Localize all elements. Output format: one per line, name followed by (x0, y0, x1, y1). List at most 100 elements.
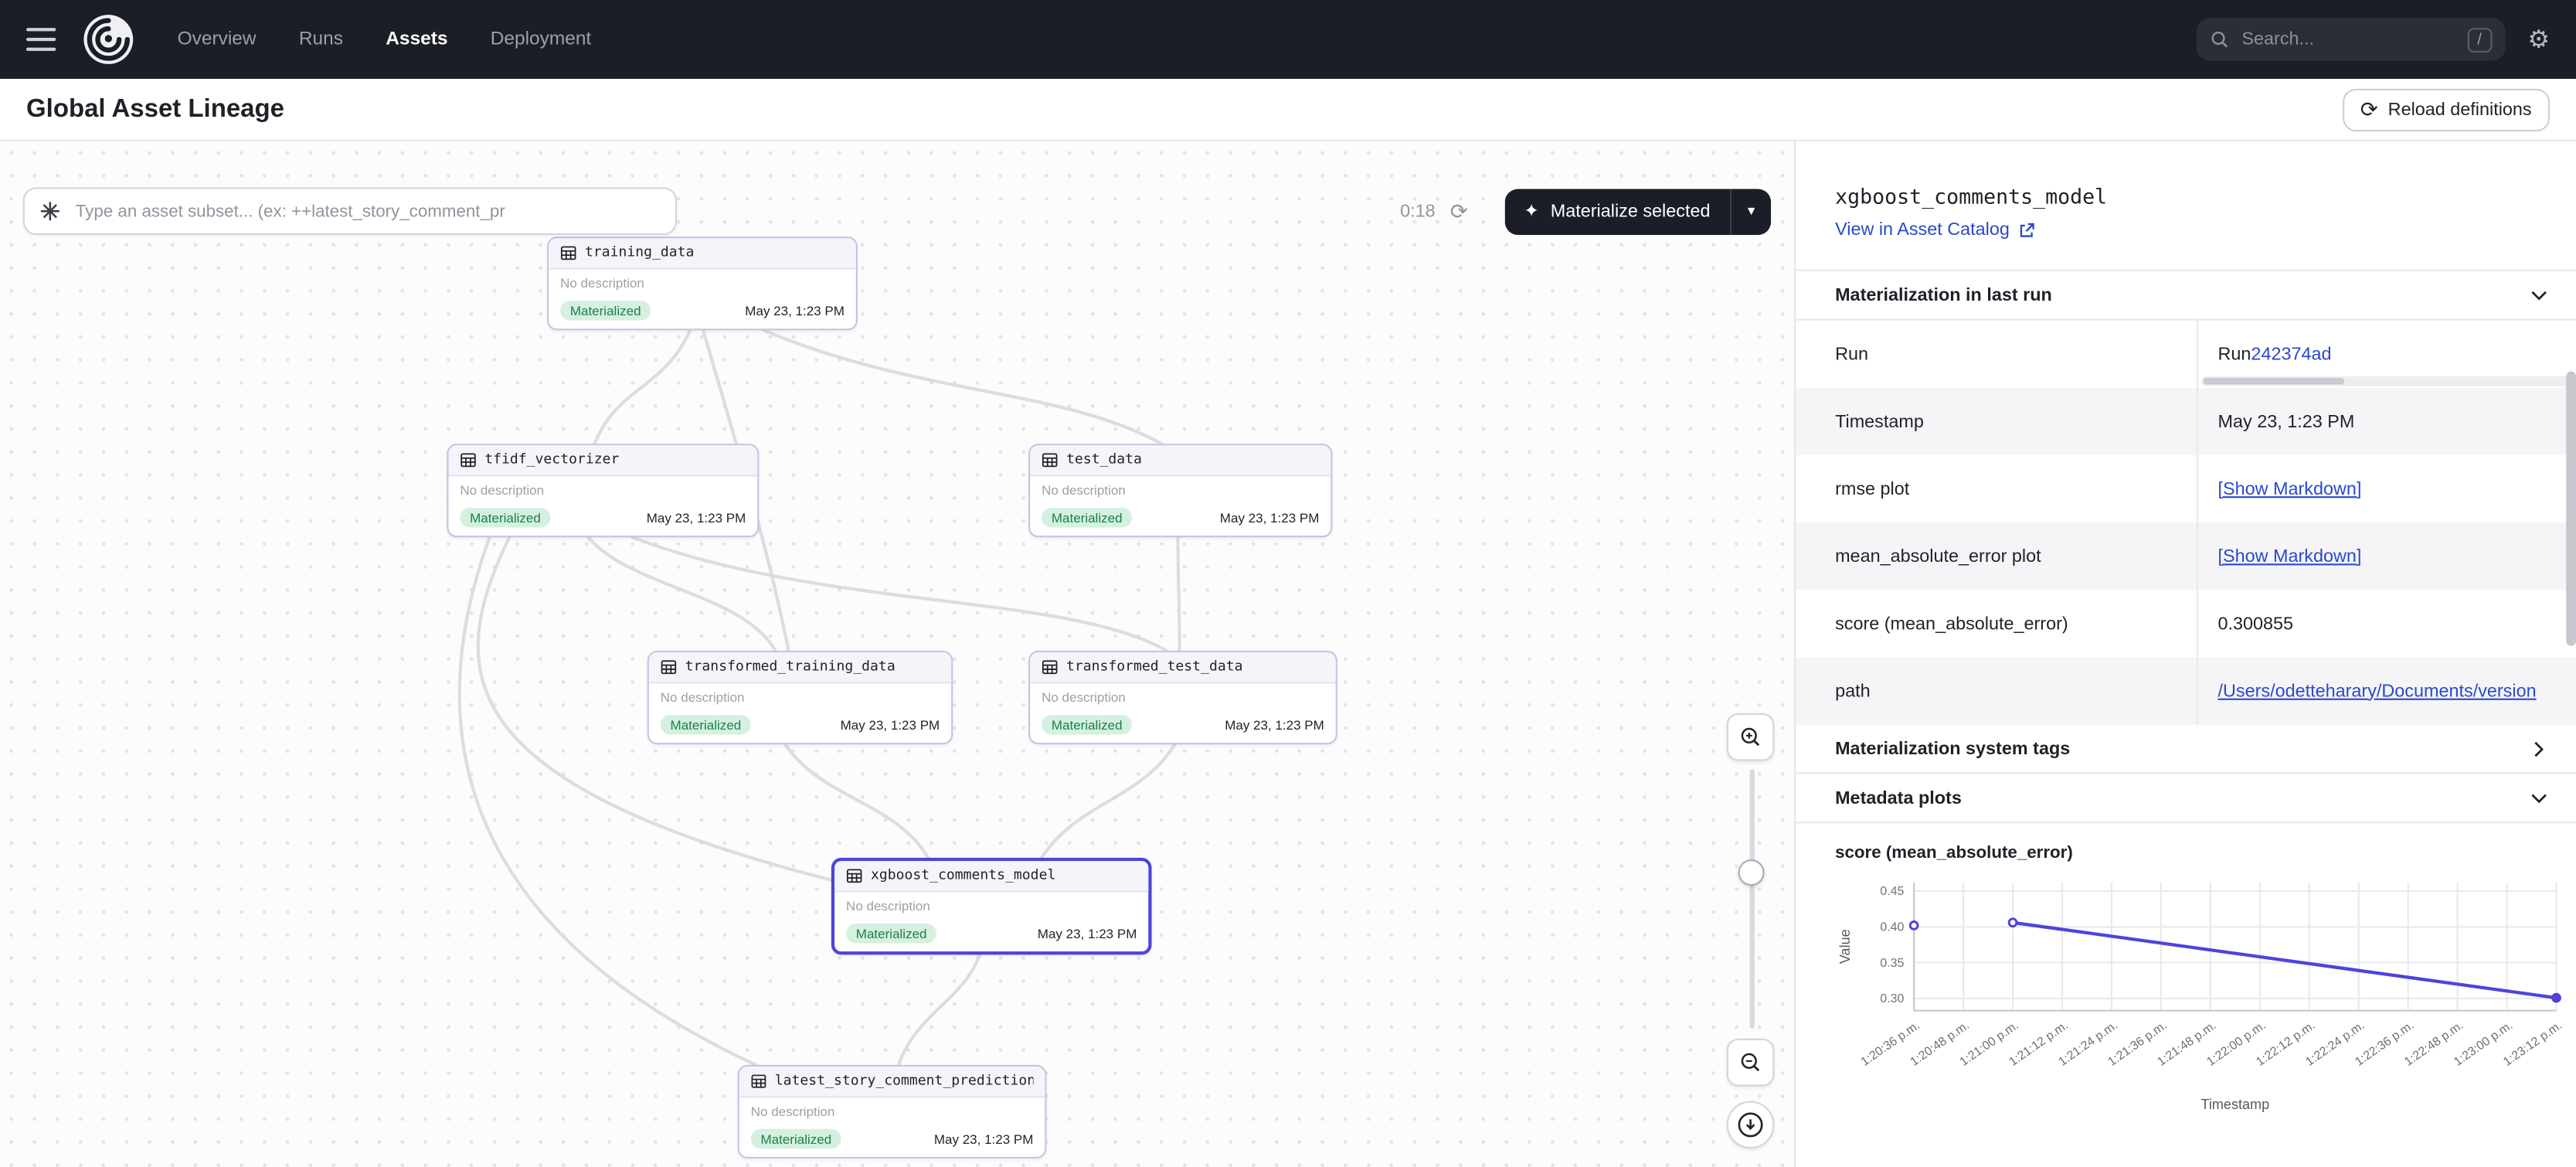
scrollbar-thumb[interactable] (2203, 378, 2344, 385)
metadata-row-path: path/Users/odetteharary/Documents/versio… (1796, 658, 2576, 725)
asset-node-name: latest_story_comment_predictions (775, 1073, 1034, 1089)
asset-node-latest_story_comment_predictions[interactable]: latest_story_comment_predictions No descr… (738, 1065, 1047, 1158)
status-badge: Materialized (460, 508, 550, 528)
chart-ylabel: Value (1837, 929, 1853, 964)
top-nav: Overview Runs Assets Deployment / ⚙ (0, 0, 2576, 79)
reload-definitions-button[interactable]: ⟳ Reload definitions (2342, 88, 2550, 131)
zoom-slider-handle[interactable] (1738, 859, 1764, 886)
materialize-dropdown-button[interactable]: ▾ (1730, 188, 1771, 234)
asset-node-footer: MaterializedMay 23, 1:23 PM (649, 710, 951, 743)
page-header: Global Asset Lineage ⟳ Reload definition… (0, 79, 2576, 141)
search-box[interactable]: / (2196, 18, 2505, 60)
settings-gear-icon[interactable]: ⚙ (2527, 27, 2550, 52)
asset-graph-canvas[interactable]: training_dataNo descriptionMaterializedM… (0, 141, 1794, 1167)
asset-node-training_data[interactable]: training_dataNo descriptionMaterializedM… (547, 236, 858, 330)
metadata-value-text: May 23, 1:23 PM (2218, 412, 2355, 432)
asset-node-name: tfidf_vectorizer (484, 452, 619, 468)
asset-node-name: transformed_training_data (685, 659, 895, 675)
metadata-row-label: mean_absolute_error plot (1796, 522, 2197, 590)
asset-node-description: No description (1030, 684, 1335, 710)
value-horizontal-scrollbar[interactable] (2201, 376, 2574, 386)
metadata-row-timestamp: TimestampMay 23, 1:23 PM (1796, 388, 2576, 455)
metadata-row-label: Run (1796, 321, 2197, 388)
asset-node-timestamp: May 23, 1:23 PM (1220, 510, 1320, 525)
asset-node-xgboost_comments_model[interactable]: xgboost_comments_modelNo descriptionMate… (831, 858, 1152, 954)
asset-node-header: latest_story_comment_predictions (739, 1067, 1045, 1097)
asset-filter-box[interactable] (23, 187, 677, 235)
asset-node-name: transformed_test_data (1066, 659, 1243, 675)
nav-item-assets[interactable]: Assets (386, 29, 447, 49)
asset-node-description: No description (834, 893, 1148, 919)
table-icon (460, 452, 476, 468)
asset-node-footer: MaterializedMay 23, 1:23 PM (1030, 503, 1330, 536)
section-materialization-in-last-run[interactable]: Materialization in last run (1796, 270, 2576, 321)
run-id-link[interactable]: 242374ad (2251, 344, 2331, 364)
metadata-row-value: [Show Markdown] (2197, 455, 2576, 522)
lineage-edge (1178, 537, 1180, 651)
reload-icon: ⟳ (2360, 99, 2378, 121)
zoom-slider-track[interactable] (1750, 769, 1755, 1029)
materialize-timer: 0:18 (1400, 201, 1436, 221)
metadata-value-link[interactable]: /Users/odetteharary/Documents/version (2218, 681, 2537, 701)
asset-filter-input[interactable] (73, 199, 661, 223)
lineage-edge (785, 744, 928, 858)
table-icon (1042, 452, 1058, 468)
chevron-down-icon (2530, 791, 2548, 805)
asset-node-timestamp: May 23, 1:23 PM (647, 510, 746, 525)
metadata-plot-title: score (mean_absolute_error) (1835, 843, 2576, 863)
asset-node-transformed_training_data[interactable]: transformed_training_dataNo descriptionM… (647, 651, 953, 744)
asset-node-transformed_test_data[interactable]: transformed_test_data No description Mater… (1028, 651, 1337, 744)
metadata-row-label: rmse plot (1796, 455, 2197, 522)
search-input[interactable] (2238, 28, 2458, 51)
asset-node-footer: MaterializedMay 23, 1:23 PM (549, 296, 856, 329)
metadata-value-link[interactable]: [Show Markdown] (2218, 546, 2362, 566)
recenter-download-button[interactable] (1727, 1101, 1775, 1149)
metadata-value-text: 0.300855 (2218, 614, 2294, 634)
asset-node-tfidf_vectorizer[interactable]: tfidf_vectorizerNo descriptionMaterializ… (447, 444, 759, 537)
dagster-logo-icon (82, 13, 134, 66)
panel-scrollbar-thumb[interactable] (2566, 372, 2576, 646)
asset-node-test_data[interactable]: test_dataNo descriptionMaterializedMay 2… (1028, 444, 1332, 537)
chart-xlabel: Timestamp (2201, 1097, 2270, 1112)
status-badge: Materialized (846, 924, 936, 944)
zoom-in-button[interactable] (1727, 713, 1775, 761)
asset-node-header: tfidf_vectorizer (448, 445, 757, 476)
chart-ytick-label: 0.45 (1880, 885, 1904, 898)
zoom-out-icon (1738, 1050, 1763, 1075)
lineage-edge (899, 951, 980, 1065)
view-in-asset-catalog-link[interactable]: View in Asset Catalog (1835, 220, 2036, 240)
asset-node-description: No description (739, 1097, 1045, 1124)
zoom-out-button[interactable] (1727, 1039, 1775, 1087)
materialize-selected-label: Materialize selected (1551, 201, 1711, 221)
primary-nav: Overview Runs Assets Deployment (178, 29, 592, 49)
metadata-row-run: RunRun 242374ad (1796, 321, 2576, 388)
asset-node-timestamp: May 23, 1:23 PM (745, 303, 845, 318)
menu-icon[interactable] (26, 28, 56, 51)
asset-node-description: No description (1030, 477, 1330, 503)
nav-item-overview[interactable]: Overview (178, 29, 257, 49)
nav-item-runs[interactable]: Runs (299, 29, 343, 49)
chart-ytick-label: 0.35 (1880, 957, 1904, 970)
dagster-logo[interactable] (82, 13, 134, 66)
table-icon (846, 868, 862, 884)
asset-node-header: xgboost_comments_model (834, 861, 1148, 892)
asset-node-header: transformed_training_data (649, 652, 951, 683)
chevron-down-icon (2530, 288, 2548, 301)
status-badge: Materialized (1042, 715, 1132, 735)
nav-item-deployment[interactable]: Deployment (491, 29, 592, 49)
materialize-selected-button[interactable]: ✦ Materialize selected (1504, 188, 1730, 234)
section-metadata-plots[interactable]: Metadata plots (1796, 774, 2576, 823)
metadata-row-value: Run 242374ad (2197, 321, 2576, 388)
chart-ytick-label: 0.30 (1880, 992, 1904, 1005)
metadata-value-link[interactable]: [Show Markdown] (2218, 479, 2362, 499)
lineage-edge (1042, 744, 1174, 858)
refresh-graph-icon[interactable]: ⟳ (1450, 200, 1468, 222)
asset-details-panel: xgboost_comments_model View in Asset Cat… (1794, 141, 2576, 1167)
metadata-table: RunRun 242374adTimestampMay 23, 1:23 PMr… (1796, 321, 2576, 725)
lineage-edge (764, 330, 1162, 444)
metadata-row-rmse-plot: rmse plot [Show Markdown] (1796, 455, 2576, 522)
asset-node-footer: MaterializedMay 23, 1:23 PM (834, 919, 1148, 952)
asset-node-name: training_data (585, 245, 694, 261)
section-materialization-system-tags[interactable]: Materialization system tags (1796, 725, 2576, 774)
graph-toolbar: 0:18 ⟳ ✦ Materialize selected ▾ (0, 187, 1794, 235)
